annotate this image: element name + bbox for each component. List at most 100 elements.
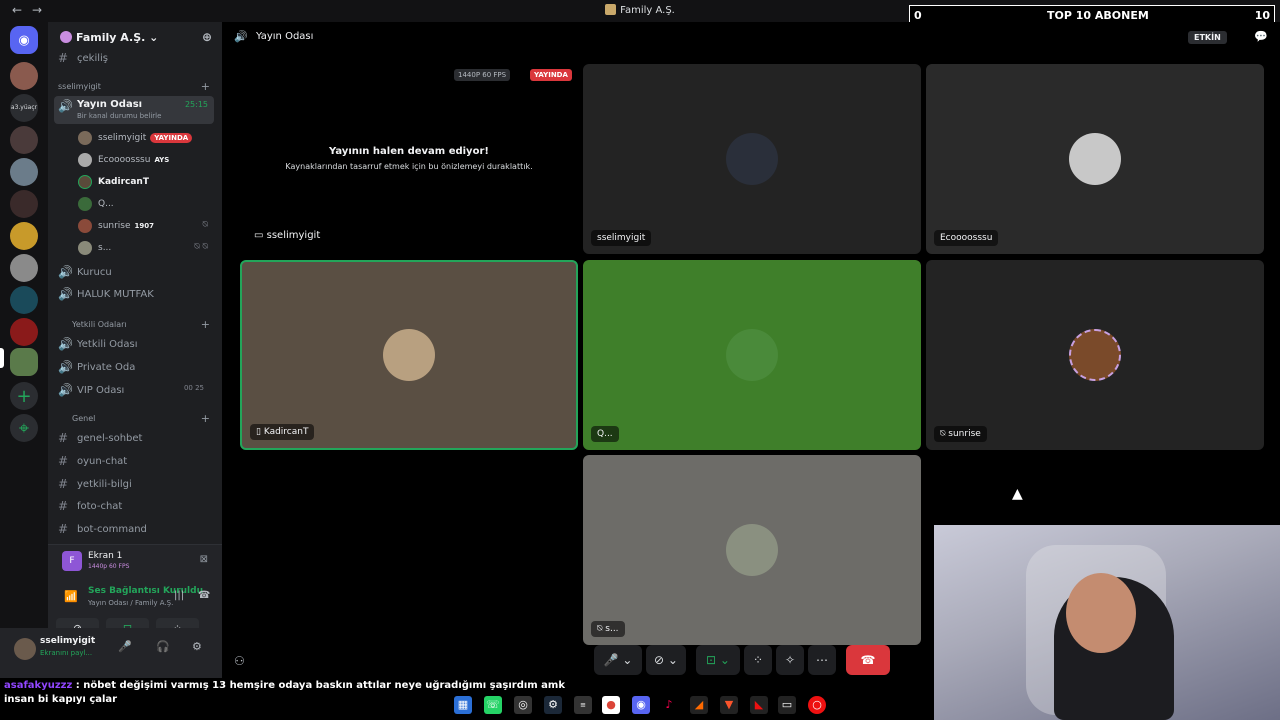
channel-label: oyun-chat [77,456,128,467]
stream-tile[interactable]: 1440P 60 FPS YAYINDA Yayının halen devam… [240,64,578,254]
stream-quality: 1440p 60 FPS [88,563,130,570]
channel-label: HALUK MUTFAK [77,289,154,300]
text-channel[interactable]: # oyun-chat [54,451,214,471]
voice-user[interactable]: Q... [78,194,218,214]
avatar [78,197,92,211]
microphone-icon[interactable]: 🎤 [118,640,132,653]
screen-share-button[interactable]: ⊡ ⌄ [696,645,740,675]
disconnect-button[interactable]: ☎ [846,645,890,675]
user-status: Ekranını payl... [40,649,93,657]
participant-tile[interactable]: ⍉ s... [583,455,921,645]
stop-stream-icon[interactable]: ⊠ [200,554,208,565]
server-list: ◉ a3.yüaçr + ⌖ [0,22,48,650]
participant-tile[interactable]: Q... [583,260,921,450]
text-channel[interactable]: # genel-sohbet [54,428,214,448]
top10-title: TOP 10 ABONEM [1047,9,1149,22]
signal-icon[interactable]: 📶 [64,590,78,603]
invite-icon[interactable]: ⊕ [202,30,212,44]
participant-tile[interactable]: Ecoooosssu [926,64,1264,254]
tiktok-icon[interactable]: ♪ [660,696,678,714]
server-icon[interactable]: a3.yüaçr [10,94,38,122]
add-server-icon[interactable]: + [10,382,38,410]
server-icon[interactable] [10,190,38,218]
gear-icon[interactable]: ⚙ [192,640,202,653]
chat-username: asafakyuzzz [4,680,73,691]
voice-channel-haluk[interactable]: 🔊 HALUK MUTFAK [54,284,214,304]
more-options-button[interactable]: ⋯ [808,645,836,675]
streamer-head [1066,573,1136,653]
username[interactable]: sselimyigit [40,636,95,646]
discord-icon[interactable]: ◉ [632,696,650,714]
server-icon[interactable] [10,254,38,282]
add-channel-icon[interactable]: + [201,318,210,331]
server-icon[interactable] [10,318,38,346]
participant-tile[interactable]: sselimyigit [583,64,921,254]
category-sselimyigit[interactable]: sselimyigit [58,82,101,91]
server-icon[interactable] [10,126,38,154]
chat-bubble-icon[interactable]: 💬 [1254,30,1268,43]
voice-channel[interactable]: 🔊 VIP Odası 00 25 [54,380,214,400]
voice-user[interactable]: s... ⍉ ⍉ [78,238,218,258]
call-channel-name: Yayın Odası [256,31,314,42]
active-server-icon[interactable] [10,348,38,376]
voice-channel-kurucu[interactable]: 🔊 Kurucu [54,262,214,282]
voice-channel-active[interactable]: 🔊 Yayın Odası 25:15 Bir kanal durumu bel… [54,96,214,124]
headphones-icon[interactable]: 🎧 [156,640,170,653]
text-channel[interactable]: # foto-chat [54,496,214,516]
app-icon[interactable]: ◢ [690,696,708,714]
brave-icon[interactable]: ▼ [720,696,738,714]
avatar[interactable] [14,638,36,660]
camera-off-button[interactable]: ⊘ ⌄ [646,645,686,675]
app-icon[interactable]: ≡ [574,696,592,714]
noise-suppression-icon[interactable]: ||| [174,590,184,601]
text-channel[interactable]: # yetkili-bilgi [54,474,214,494]
hash-icon: # [58,454,69,468]
microphone-button[interactable]: 🎤 ⌄ [594,645,642,675]
soundboard-button[interactable]: ✧ [776,645,804,675]
server-icon[interactable] [10,62,38,90]
participant-name: ▯ KadircanT [250,424,315,440]
voice-user[interactable]: sselimyigit YAYINDA [78,128,218,148]
explore-servers-icon[interactable]: ⌖ [10,414,38,442]
server-icon[interactable] [10,158,38,186]
avatar [726,133,778,185]
avatar [78,131,92,145]
app-icon[interactable]: ◎ [514,696,532,714]
windows-start-icon[interactable]: ▦ [454,696,472,714]
channel-label: Yetkili Odası [77,339,138,350]
server-icon[interactable] [10,222,38,250]
steam-icon[interactable]: ⚙ [544,696,562,714]
activities-button[interactable]: ⁘ [744,645,772,675]
app-icon[interactable]: ○ [808,696,826,714]
whatsapp-icon[interactable]: ☏ [484,696,502,714]
activity-badge[interactable]: ETKİN [1188,31,1227,44]
disconnect-icon[interactable]: ☎ [198,590,210,601]
category-staff[interactable]: Yetkili Odaları [72,320,127,329]
chrome-icon[interactable]: ● [602,696,620,714]
participant-tile-speaking[interactable]: ▯ KadircanT [240,260,578,450]
channel-status[interactable]: Bir kanal durumu belirle [77,112,161,120]
voice-channel[interactable]: 🔊 Private Oda [54,357,214,377]
channel-item[interactable]: # çekiliş [54,48,214,68]
category-general[interactable]: Genel [72,414,95,423]
voice-channel[interactable]: 🔊 Yetkili Odası [54,334,214,354]
app-icon[interactable]: ◣ [750,696,768,714]
terminal-icon[interactable]: ▭ [778,696,796,714]
participant-name: sselimyigit [591,230,652,246]
chat-text: : nöbet değişimi varmış 13 hemşire odaya… [75,680,565,691]
guild-icon [60,31,72,43]
connection-channel: Yayın Odası / Family A.Ş. [88,599,174,607]
participant-tile[interactable]: ⍉ sunrise [926,260,1264,450]
deafen-icon: ⍉ [202,220,208,230]
voice-user[interactable]: sunrise 1907 ⍉ [78,216,218,236]
voice-user[interactable]: KadircanT [78,172,218,192]
add-people-icon[interactable]: ⚇ [234,654,245,668]
voice-user[interactable]: Ecoooosssu AYS [78,150,218,170]
stream-preview[interactable]: F Ekran 1 1440p 60 FPS ⊠ [54,548,214,578]
server-icon[interactable] [10,286,38,314]
connection-status[interactable]: Ses Bağlantısı Kuruldu [88,586,203,596]
discord-home-icon[interactable]: ◉ [10,26,38,54]
add-channel-icon[interactable]: + [201,412,210,425]
text-channel[interactable]: # bot-command [54,519,214,539]
add-channel-icon[interactable]: + [201,80,210,93]
